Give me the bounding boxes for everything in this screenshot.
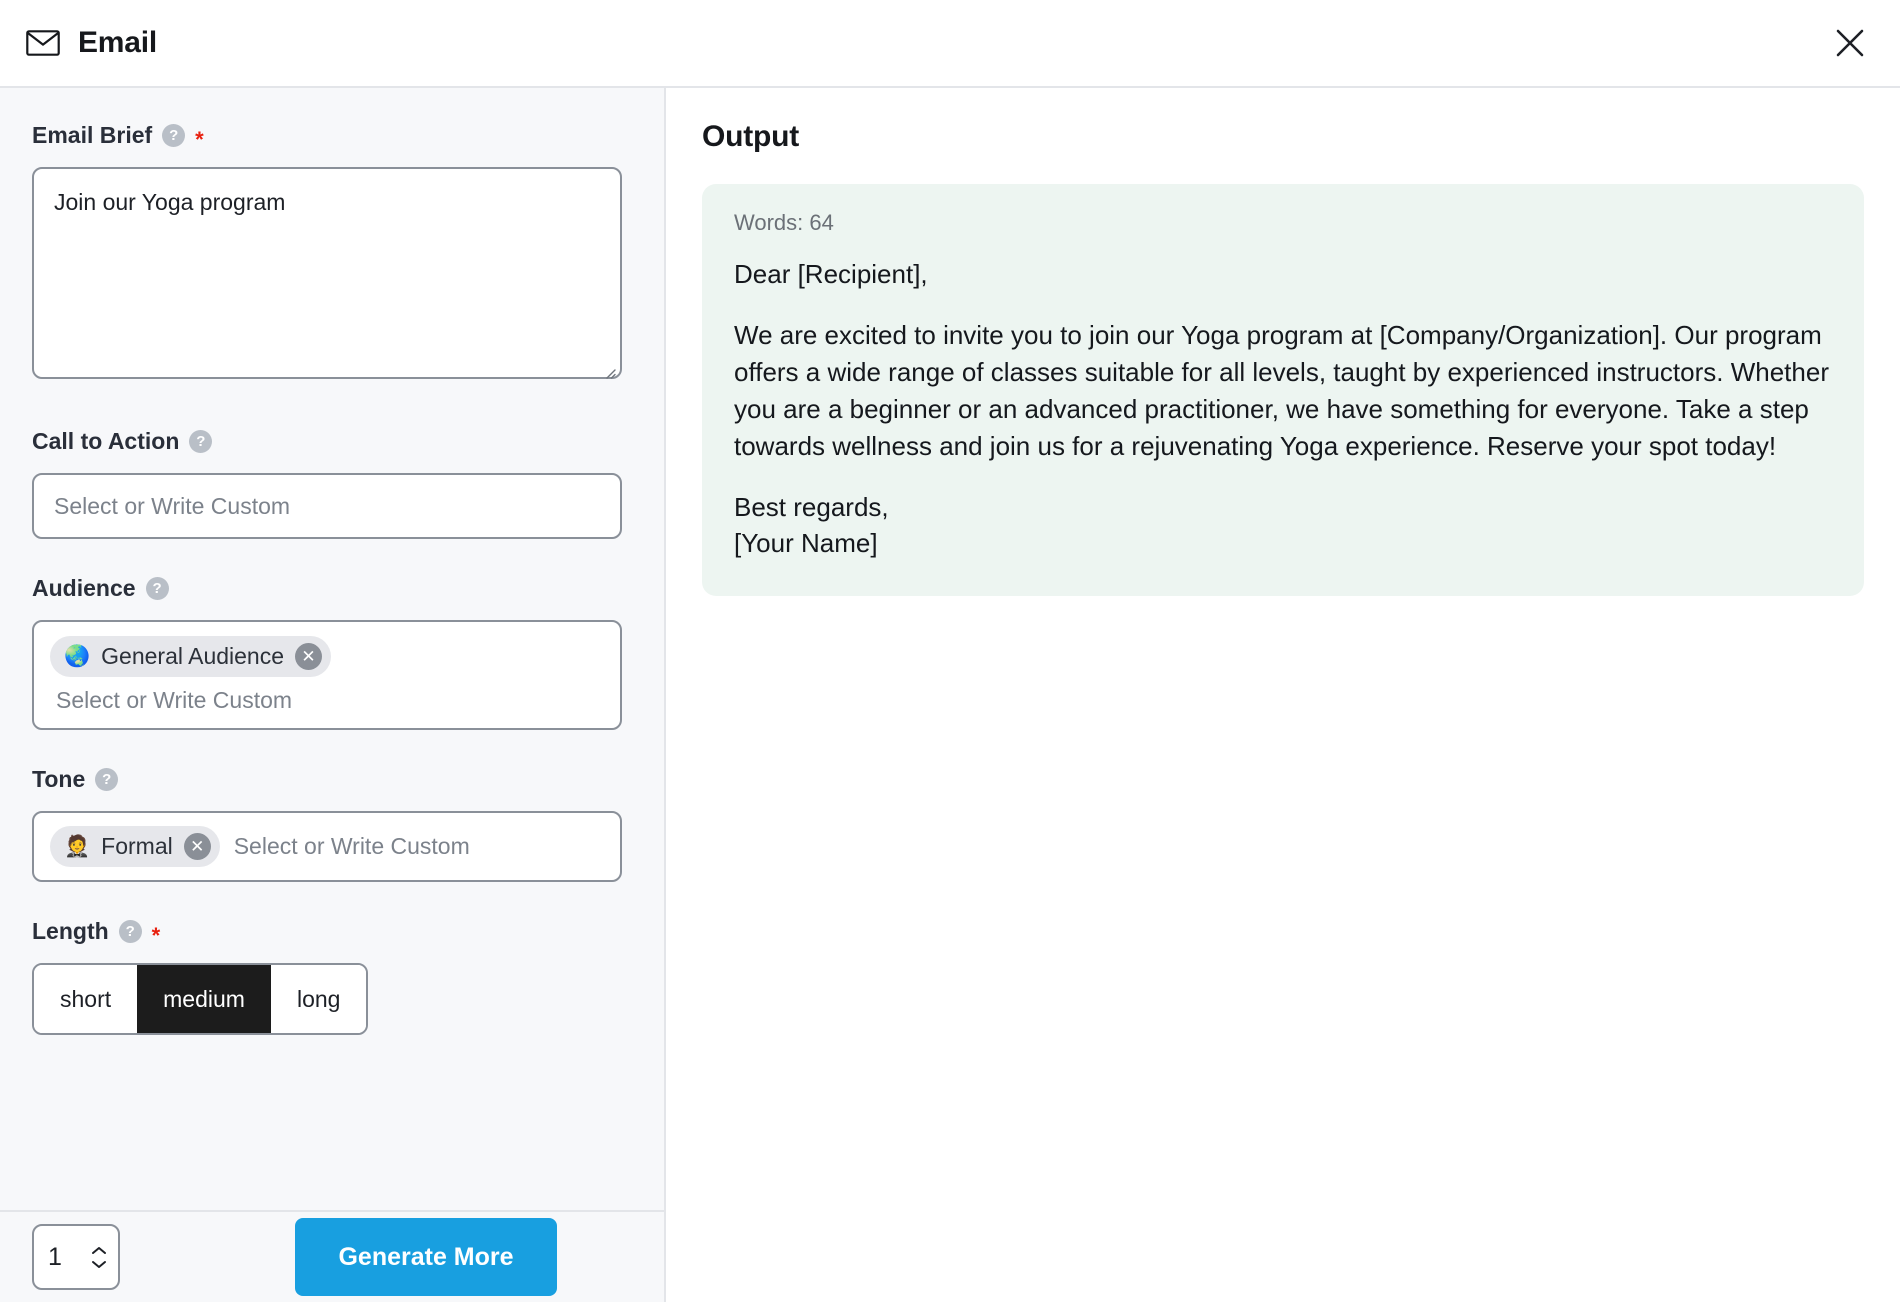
dialog-header: Email [0,0,1900,88]
stepper-arrows[interactable] [88,1244,110,1271]
field-call-to-action: Call to Action ? Select or Write Custom [32,428,632,539]
output-body-text: Dear [Recipient], We are excited to invi… [734,256,1832,562]
output-sign-off: Best regards, [734,491,889,522]
audience-label: Audience [32,575,136,601]
output-paragraph: We are excited to invite you to join our… [734,319,1829,461]
call-to-action-select[interactable]: Select or Write Custom [32,473,622,539]
output-signature-block: Best regards, [Your Name] [734,489,1832,563]
call-to-action-placeholder: Select or Write Custom [54,492,291,519]
globe-icon: 🌏 [64,645,91,668]
chevron-up-icon[interactable] [88,1244,110,1257]
length-segmented-control: short medium long [32,963,369,1035]
close-icon [1835,28,1865,58]
word-count-label: Words: 64 [734,210,834,235]
chevron-down-icon[interactable] [88,1258,110,1271]
audience-chip-label: General Audience [101,643,285,669]
email-brief-label-row: Email Brief ? * [32,122,632,152]
output-result-card[interactable]: Words: 64 Dear [Recipient], We are excit… [702,184,1864,597]
tone-placeholder: Select or Write Custom [233,833,470,859]
email-brief-textarea-wrap [32,167,622,384]
tone-chip[interactable]: 🤵 Formal ✕ [50,826,220,867]
remove-chip-icon[interactable]: ✕ [183,833,211,860]
tone-multiselect[interactable]: 🤵 Formal ✕ Select or Write Custom [32,811,622,882]
form-action-bar: Generate More [0,1210,664,1302]
generation-count-stepper[interactable] [32,1224,120,1290]
tone-label: Tone [32,766,86,792]
help-icon[interactable]: ? [145,577,169,600]
length-label: Length [32,918,109,944]
output-greeting: Dear [Recipient], [734,259,928,289]
help-icon[interactable]: ? [118,920,142,943]
field-tone: Tone ? 🤵 Formal ✕ Select or Write Custom [32,766,632,882]
tuxedo-person-icon: 🤵 [64,835,91,858]
field-length: Length ? * short medium long [32,918,632,1035]
required-asterisk: * [195,126,204,152]
help-icon[interactable]: ? [95,768,119,791]
call-to-action-label: Call to Action [32,428,180,454]
output-signature-name: [Your Name] [734,528,878,559]
field-email-brief: Email Brief ? * [32,122,632,384]
audience-chip-row: 🌏 General Audience ✕ [50,636,604,677]
tone-label-row: Tone ? [32,766,632,793]
audience-label-row: Audience ? [32,575,632,602]
remove-chip-icon[interactable]: ✕ [295,643,323,670]
length-option-long[interactable]: long [270,965,367,1033]
form-panel: Email Brief ? * Join our Yoga program Ca… [0,88,666,1302]
output-panel: Output Words: 64 Dear [Recipient], We ar… [666,88,1900,1302]
help-icon[interactable]: ? [162,124,186,147]
output-title: Output [702,120,800,153]
email-brief-input[interactable] [32,167,622,379]
audience-multiselect[interactable]: 🌏 General Audience ✕ Select or Write Cus… [32,620,622,730]
dialog-body: Email Brief ? * Join our Yoga program Ca… [0,88,1900,1302]
required-asterisk: * [151,922,161,948]
form-scroll-area[interactable]: Email Brief ? * Join our Yoga program Ca… [0,88,664,1210]
envelope-icon [26,30,60,56]
generation-count-input[interactable] [48,1242,76,1272]
email-generator-dialog: Email Email Brief ? * Join our Yoga prog… [0,0,1900,1302]
generate-more-button[interactable]: Generate More [295,1218,557,1296]
call-to-action-label-row: Call to Action ? [32,428,632,455]
audience-chip[interactable]: 🌏 General Audience ✕ [50,636,332,677]
length-option-medium[interactable]: medium [137,965,271,1033]
audience-placeholder: Select or Write Custom [56,687,293,713]
field-audience: Audience ? 🌏 General Audience ✕ Select o… [32,575,632,730]
tone-chip-label: Formal [101,833,173,859]
length-label-row: Length ? * [32,918,632,948]
close-button[interactable] [1828,21,1872,65]
page-title: Email [78,26,158,59]
length-option-short[interactable]: short [34,965,138,1033]
email-brief-label: Email Brief [32,122,153,148]
help-icon[interactable]: ? [189,430,213,453]
header-left-group: Email [26,26,157,60]
